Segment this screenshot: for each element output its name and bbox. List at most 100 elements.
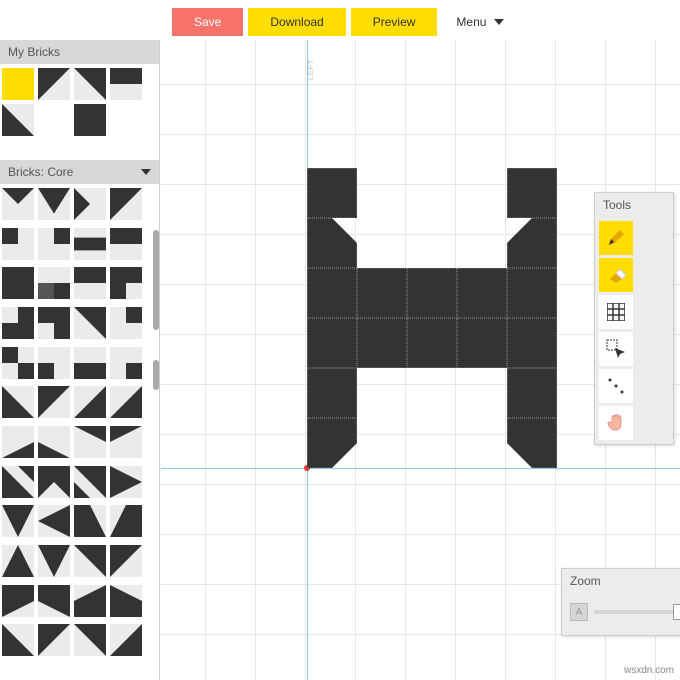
brick-tri[interactable] — [74, 585, 106, 617]
glyph-cell[interactable] — [407, 268, 457, 318]
glyph-cell[interactable] — [507, 318, 557, 368]
zoom-out-button[interactable]: A — [570, 603, 588, 621]
brick-tri[interactable] — [110, 585, 142, 617]
brick-empty[interactable] — [38, 104, 70, 136]
my-bricks-header[interactable]: My Bricks — [0, 40, 159, 64]
brick-tri[interactable] — [74, 68, 106, 100]
glyph-cell[interactable] — [307, 218, 357, 268]
scrollbar-thumb[interactable] — [153, 230, 159, 330]
zoom-title: Zoom — [562, 569, 680, 593]
brick-tri[interactable] — [38, 466, 70, 498]
canvas-area[interactable]: LEFT BASELINE Tools — [161, 40, 680, 680]
brick-tri[interactable] — [110, 466, 142, 498]
brick-tri[interactable] — [110, 188, 142, 220]
brick-tri[interactable] — [74, 386, 106, 418]
my-bricks-label: My Bricks — [8, 45, 60, 59]
brick-tri[interactable] — [110, 545, 142, 577]
core-bricks-grid — [0, 184, 159, 664]
brick-tri[interactable] — [74, 466, 106, 498]
scrollbar-thumb[interactable] — [153, 360, 159, 390]
brick-tri[interactable] — [74, 426, 106, 458]
select-tool[interactable] — [599, 332, 633, 366]
brick-tri[interactable] — [2, 585, 34, 617]
brick-tri[interactable] — [2, 386, 34, 418]
brick-tri[interactable] — [2, 624, 34, 656]
brick-tri[interactable] — [2, 188, 34, 220]
brick-q[interactable] — [2, 347, 34, 379]
brick-L[interactable] — [38, 307, 70, 339]
brick-tri[interactable] — [2, 505, 34, 537]
brick-sq[interactable] — [110, 347, 142, 379]
glyph-cell[interactable] — [307, 368, 357, 418]
pencil-tool[interactable] — [599, 221, 633, 255]
zoom-panel: Zoom A A — [561, 568, 680, 636]
brick-tri[interactable] — [2, 545, 34, 577]
brick-half[interactable] — [74, 267, 106, 299]
brick-tri[interactable] — [38, 188, 70, 220]
watermark: wsxdn.com — [624, 665, 674, 676]
brick-tri[interactable] — [110, 267, 142, 299]
glyph-cell[interactable] — [457, 268, 507, 318]
brick-solid[interactable] — [2, 267, 34, 299]
brick-tri[interactable] — [74, 624, 106, 656]
brick-tri[interactable] — [38, 624, 70, 656]
download-button[interactable]: Download — [248, 8, 345, 36]
brick-tri[interactable] — [110, 426, 142, 458]
zoom-slider-handle[interactable] — [673, 604, 680, 620]
menu-dropdown[interactable]: Menu — [442, 8, 518, 36]
glyph-cell[interactable] — [457, 318, 507, 368]
brick-L[interactable] — [2, 307, 34, 339]
glyph-cell[interactable] — [407, 318, 457, 368]
brick-tri[interactable] — [2, 426, 34, 458]
glyph-cell[interactable] — [507, 418, 557, 468]
brick-tri[interactable] — [38, 505, 70, 537]
glyph-cell[interactable] — [307, 268, 357, 318]
brick-half[interactable] — [74, 228, 106, 260]
line-tool[interactable] — [599, 369, 633, 403]
brick-sq[interactable] — [110, 307, 142, 339]
brick-half[interactable] — [74, 347, 106, 379]
glyph-cell[interactable] — [357, 318, 407, 368]
brick-tri[interactable] — [2, 104, 34, 136]
main-toolbar: Save Download Preview Menu — [172, 8, 518, 36]
brick-tri[interactable] — [74, 545, 106, 577]
brick-sq[interactable] — [38, 228, 70, 260]
brick-tri[interactable] — [38, 585, 70, 617]
core-bricks-header[interactable]: Bricks: Core — [0, 160, 159, 184]
brick-tri[interactable] — [74, 505, 106, 537]
left-guide-label: LEFT — [308, 59, 315, 80]
brick-tri[interactable] — [110, 505, 142, 537]
glyph-cell[interactable] — [307, 418, 357, 468]
grid-tool[interactable] — [599, 295, 633, 329]
chevron-down-icon — [494, 19, 504, 25]
glyph-cell[interactable] — [307, 318, 357, 368]
brick-tri[interactable] — [38, 426, 70, 458]
brick-half[interactable] — [110, 228, 142, 260]
my-bricks-grid — [0, 64, 159, 140]
glyph-cell[interactable] — [507, 218, 557, 268]
eraser-tool[interactable] — [599, 258, 633, 292]
brick-tri[interactable] — [38, 386, 70, 418]
brick-sq[interactable] — [38, 347, 70, 379]
brick-solid-yellow[interactable] — [2, 68, 34, 100]
glyph-cell[interactable] — [307, 168, 357, 218]
brick-solid[interactable] — [74, 104, 106, 136]
brick-tri[interactable] — [2, 466, 34, 498]
glyph-cell[interactable] — [507, 168, 557, 218]
brick-tri[interactable] — [38, 68, 70, 100]
brick-half[interactable] — [110, 68, 142, 100]
brick-tri[interactable] — [38, 545, 70, 577]
save-button[interactable]: Save — [172, 8, 243, 36]
brick-tri[interactable] — [74, 307, 106, 339]
preview-button[interactable]: Preview — [351, 8, 438, 36]
glyph-cell[interactable] — [507, 368, 557, 418]
pan-tool[interactable] — [599, 406, 633, 440]
brick-tri[interactable] — [110, 624, 142, 656]
brick-half[interactable] — [38, 267, 70, 299]
zoom-slider[interactable] — [594, 610, 680, 614]
brick-tri[interactable] — [74, 188, 106, 220]
glyph-cell[interactable] — [357, 268, 407, 318]
glyph-cell[interactable] — [507, 268, 557, 318]
brick-tri[interactable] — [110, 386, 142, 418]
brick-sq[interactable] — [2, 228, 34, 260]
